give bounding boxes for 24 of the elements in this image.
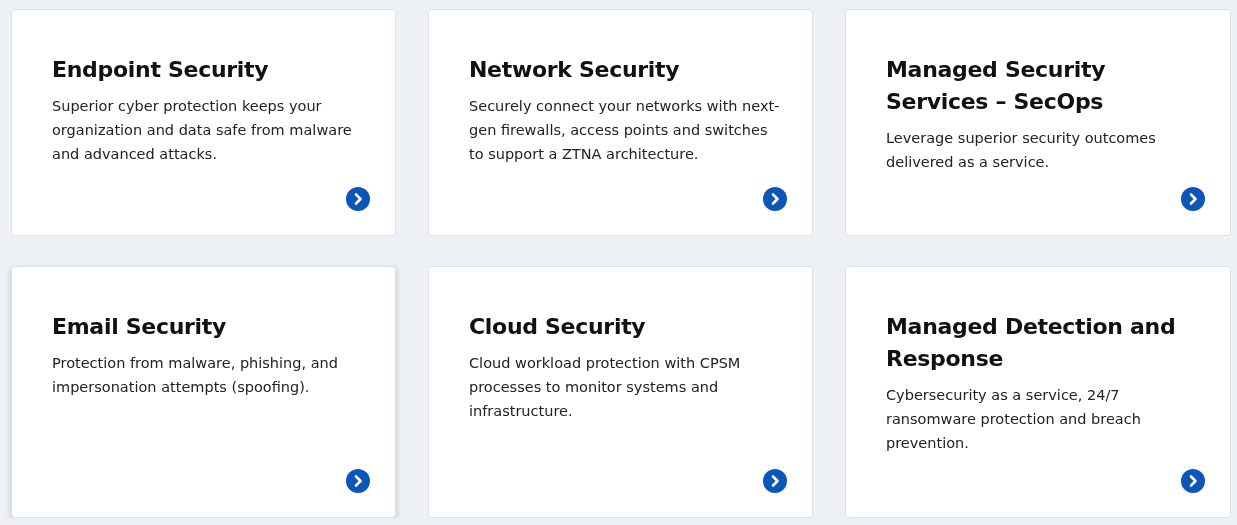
card-title: Cloud Security [469, 313, 647, 341]
card-title: Managed Detection and Response [886, 313, 1176, 373]
card-description: Superior cyber protection keeps your organization and data safe from malware and advanced attacks. [52, 97, 353, 164]
card-title: Endpoint Security [52, 56, 270, 84]
product-card[interactable]: Managed Detection and Response Cybersecurity as a service, 24/7 ransomware protection and breach prevention. [845, 266, 1231, 518]
card-title: Managed Security Services – SecOps [886, 56, 1107, 116]
card-description: Securely connect your networks with next-gen firewalls, access points and switches to support a ZTNA architecture. [469, 97, 781, 164]
chevron-right-icon[interactable] [763, 469, 787, 493]
product-card[interactable]: Network Security Securely connect your networks with next-gen firewalls, access points and switches to support a ZTNA architecture. [428, 9, 813, 236]
chevron-right-icon[interactable] [1181, 187, 1205, 211]
product-card[interactable]: Endpoint Security Superior cyber protection keeps your organization and data safe from malware and advanced attacks. [11, 9, 396, 236]
card-title: Email Security [52, 313, 228, 341]
chevron-right-icon[interactable] [1181, 469, 1205, 493]
card-description: Cybersecurity as a service, 24/7 ransomware protection and breach prevention. [886, 386, 1142, 453]
card-description: Leverage superior security outcomes delivered as a service. [886, 129, 1157, 172]
chevron-right-icon[interactable] [346, 187, 370, 211]
card-description: Protection from malware, phishing, and impersonation attempts (spoofing). [52, 354, 339, 397]
chevron-right-icon[interactable] [346, 469, 370, 493]
card-description: Cloud workload protection with CPSM processes to monitor systems and infrastructure. [469, 354, 742, 421]
product-card[interactable]: Cloud Security Cloud workload protection with CPSM processes to monitor systems and infrastructure. [428, 266, 813, 518]
product-card[interactable]: Email Security Protection from malware, phishing, and impersonation attempts (spoofing). [11, 266, 396, 518]
card-title: Network Security [469, 56, 681, 84]
chevron-right-icon[interactable] [763, 187, 787, 211]
product-card[interactable]: Managed Security Services – SecOps Leverage superior security outcomes delivered as a service. [845, 9, 1231, 236]
